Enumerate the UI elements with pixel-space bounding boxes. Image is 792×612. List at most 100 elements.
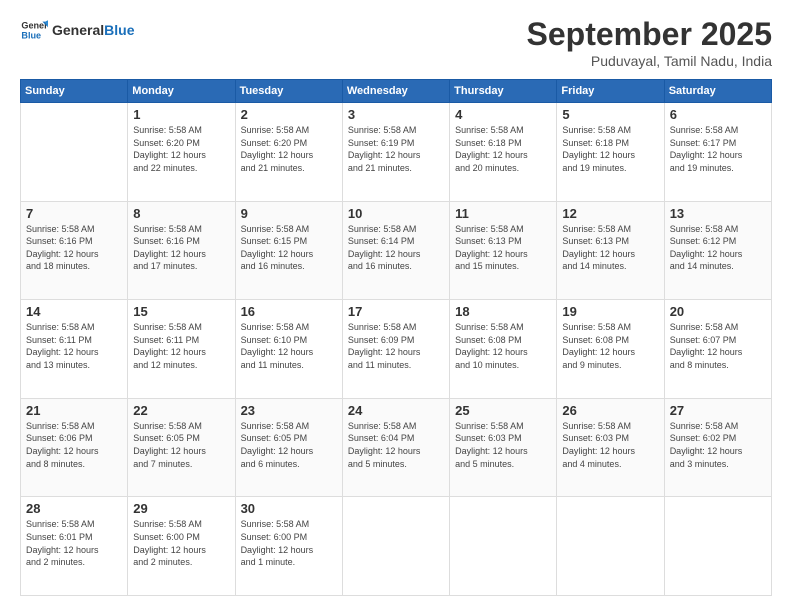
day-info: Sunrise: 5:58 AM Sunset: 6:08 PM Dayligh… xyxy=(562,321,658,371)
week-row-3: 14 Sunrise: 5:58 AM Sunset: 6:11 PM Dayli… xyxy=(21,300,772,399)
day-cell: 11Sunrise: 5:58 AM Sunset: 6:13 PM Dayli… xyxy=(450,201,557,300)
day-number: 13 xyxy=(670,206,766,221)
day-cell: 15 Sunrise: 5:58 AM Sunset: 6:11 PM Dayli… xyxy=(128,300,235,399)
day-number: 3 xyxy=(348,107,444,122)
day-number: 16 xyxy=(241,304,337,319)
day-number: 17 xyxy=(348,304,444,319)
day-info: Sunrise: 5:58 AM Sunset: 6:13 PM Dayligh… xyxy=(455,223,551,273)
title-block: September 2025 Puduvayal, Tamil Nadu, In… xyxy=(527,16,772,69)
day-cell: 4Sunrise: 5:58 AM Sunset: 6:18 PM Daylig… xyxy=(450,103,557,202)
day-cell: 16 Sunrise: 5:58 AM Sunset: 6:10 PM Dayli… xyxy=(235,300,342,399)
header-row: Sunday Monday Tuesday Wednesday Thursday… xyxy=(21,80,772,103)
day-cell: 28Sunrise: 5:58 AM Sunset: 6:01 PM Dayli… xyxy=(21,497,128,596)
col-monday: Monday xyxy=(128,80,235,103)
day-cell: 22 Sunrise: 5:58 AM Sunset: 6:05 PM Dayli… xyxy=(128,398,235,497)
week-row-1: 1 Sunrise: 5:58 AM Sunset: 6:20 PM Daylig… xyxy=(21,103,772,202)
day-cell: 24 Sunrise: 5:58 AM Sunset: 6:04 PM Dayli… xyxy=(342,398,449,497)
day-info: Sunrise: 5:58 AM Sunset: 6:07 PM Dayligh… xyxy=(670,321,766,371)
day-cell: 14 Sunrise: 5:58 AM Sunset: 6:11 PM Dayli… xyxy=(21,300,128,399)
day-number: 2 xyxy=(241,107,337,122)
day-number: 30 xyxy=(241,501,337,516)
day-info: Sunrise: 5:58 AM Sunset: 6:00 PM Dayligh… xyxy=(133,518,229,568)
day-info: Sunrise: 5:58 AM Sunset: 6:15 PM Dayligh… xyxy=(241,223,337,273)
day-cell: 2 Sunrise: 5:58 AM Sunset: 6:20 PM Daylig… xyxy=(235,103,342,202)
day-number: 14 xyxy=(26,304,122,319)
location: Puduvayal, Tamil Nadu, India xyxy=(527,53,772,69)
day-cell: 13Sunrise: 5:58 AM Sunset: 6:12 PM Dayli… xyxy=(664,201,771,300)
day-number: 29 xyxy=(133,501,229,516)
day-cell: 6 Sunrise: 5:58 AM Sunset: 6:17 PM Daylig… xyxy=(664,103,771,202)
day-number: 9 xyxy=(241,206,337,221)
logo: General Blue GeneralBlue xyxy=(20,16,134,44)
col-sunday: Sunday xyxy=(21,80,128,103)
day-number: 23 xyxy=(241,403,337,418)
day-cell xyxy=(342,497,449,596)
day-info: Sunrise: 5:58 AM Sunset: 6:05 PM Dayligh… xyxy=(133,420,229,470)
day-number: 8 xyxy=(133,206,229,221)
day-cell: 30 Sunrise: 5:58 AM Sunset: 6:00 PM Dayli… xyxy=(235,497,342,596)
day-cell: 8 Sunrise: 5:58 AM Sunset: 6:16 PM Daylig… xyxy=(128,201,235,300)
day-number: 18 xyxy=(455,304,551,319)
day-info: Sunrise: 5:58 AM Sunset: 6:11 PM Dayligh… xyxy=(133,321,229,371)
day-number: 15 xyxy=(133,304,229,319)
day-cell: 26Sunrise: 5:58 AM Sunset: 6:03 PM Dayli… xyxy=(557,398,664,497)
day-number: 20 xyxy=(670,304,766,319)
col-saturday: Saturday xyxy=(664,80,771,103)
day-info: Sunrise: 5:58 AM Sunset: 6:14 PM Dayligh… xyxy=(348,223,444,273)
day-number: 19 xyxy=(562,304,658,319)
day-cell: 17 Sunrise: 5:58 AM Sunset: 6:09 PM Dayli… xyxy=(342,300,449,399)
day-cell: 29 Sunrise: 5:58 AM Sunset: 6:00 PM Dayli… xyxy=(128,497,235,596)
day-cell xyxy=(557,497,664,596)
day-info: Sunrise: 5:58 AM Sunset: 6:09 PM Dayligh… xyxy=(348,321,444,371)
day-cell: 12Sunrise: 5:58 AM Sunset: 6:13 PM Dayli… xyxy=(557,201,664,300)
day-cell: 7 Sunrise: 5:58 AM Sunset: 6:16 PM Daylig… xyxy=(21,201,128,300)
col-tuesday: Tuesday xyxy=(235,80,342,103)
day-number: 5 xyxy=(562,107,658,122)
day-info: Sunrise: 5:58 AM Sunset: 6:05 PM Dayligh… xyxy=(241,420,337,470)
day-cell: 20 Sunrise: 5:58 AM Sunset: 6:07 PM Dayli… xyxy=(664,300,771,399)
day-cell: 1 Sunrise: 5:58 AM Sunset: 6:20 PM Daylig… xyxy=(128,103,235,202)
day-cell xyxy=(664,497,771,596)
day-cell: 19 Sunrise: 5:58 AM Sunset: 6:08 PM Dayli… xyxy=(557,300,664,399)
day-info: Sunrise: 5:58 AM Sunset: 6:20 PM Dayligh… xyxy=(133,124,229,174)
day-info: Sunrise: 5:58 AM Sunset: 6:17 PM Dayligh… xyxy=(670,124,766,174)
day-number: 7 xyxy=(26,206,122,221)
day-number: 4 xyxy=(455,107,551,122)
day-cell: 18Sunrise: 5:58 AM Sunset: 6:08 PM Dayli… xyxy=(450,300,557,399)
day-cell xyxy=(450,497,557,596)
calendar-page: General Blue GeneralBlue September 2025 … xyxy=(0,0,792,612)
logo-text: GeneralBlue xyxy=(52,22,134,38)
day-number: 27 xyxy=(670,403,766,418)
day-number: 21 xyxy=(26,403,122,418)
day-number: 10 xyxy=(348,206,444,221)
day-number: 22 xyxy=(133,403,229,418)
day-info: Sunrise: 5:58 AM Sunset: 6:00 PM Dayligh… xyxy=(241,518,337,568)
day-cell: 3 Sunrise: 5:58 AM Sunset: 6:19 PM Daylig… xyxy=(342,103,449,202)
calendar-table: Sunday Monday Tuesday Wednesday Thursday… xyxy=(20,79,772,596)
day-number: 6 xyxy=(670,107,766,122)
day-cell: 9 Sunrise: 5:58 AM Sunset: 6:15 PM Daylig… xyxy=(235,201,342,300)
day-number: 1 xyxy=(133,107,229,122)
col-friday: Friday xyxy=(557,80,664,103)
col-wednesday: Wednesday xyxy=(342,80,449,103)
day-info: Sunrise: 5:58 AM Sunset: 6:19 PM Dayligh… xyxy=(348,124,444,174)
day-info: Sunrise: 5:58 AM Sunset: 6:16 PM Dayligh… xyxy=(133,223,229,273)
week-row-5: 28Sunrise: 5:58 AM Sunset: 6:01 PM Dayli… xyxy=(21,497,772,596)
day-info: Sunrise: 5:58 AM Sunset: 6:01 PM Dayligh… xyxy=(26,518,122,568)
day-info: Sunrise: 5:58 AM Sunset: 6:03 PM Dayligh… xyxy=(455,420,551,470)
day-number: 24 xyxy=(348,403,444,418)
day-info: Sunrise: 5:58 AM Sunset: 6:10 PM Dayligh… xyxy=(241,321,337,371)
day-cell: 10 Sunrise: 5:58 AM Sunset: 6:14 PM Dayli… xyxy=(342,201,449,300)
day-info: Sunrise: 5:58 AM Sunset: 6:20 PM Dayligh… xyxy=(241,124,337,174)
month-title: September 2025 xyxy=(527,16,772,53)
day-cell xyxy=(21,103,128,202)
week-row-4: 21Sunrise: 5:58 AM Sunset: 6:06 PM Dayli… xyxy=(21,398,772,497)
day-info: Sunrise: 5:58 AM Sunset: 6:04 PM Dayligh… xyxy=(348,420,444,470)
day-number: 26 xyxy=(562,403,658,418)
day-info: Sunrise: 5:58 AM Sunset: 6:11 PM Dayligh… xyxy=(26,321,122,371)
svg-text:Blue: Blue xyxy=(21,30,41,40)
day-cell: 21Sunrise: 5:58 AM Sunset: 6:06 PM Dayli… xyxy=(21,398,128,497)
day-info: Sunrise: 5:58 AM Sunset: 6:16 PM Dayligh… xyxy=(26,223,122,273)
day-info: Sunrise: 5:58 AM Sunset: 6:02 PM Dayligh… xyxy=(670,420,766,470)
day-cell: 5Sunrise: 5:58 AM Sunset: 6:18 PM Daylig… xyxy=(557,103,664,202)
